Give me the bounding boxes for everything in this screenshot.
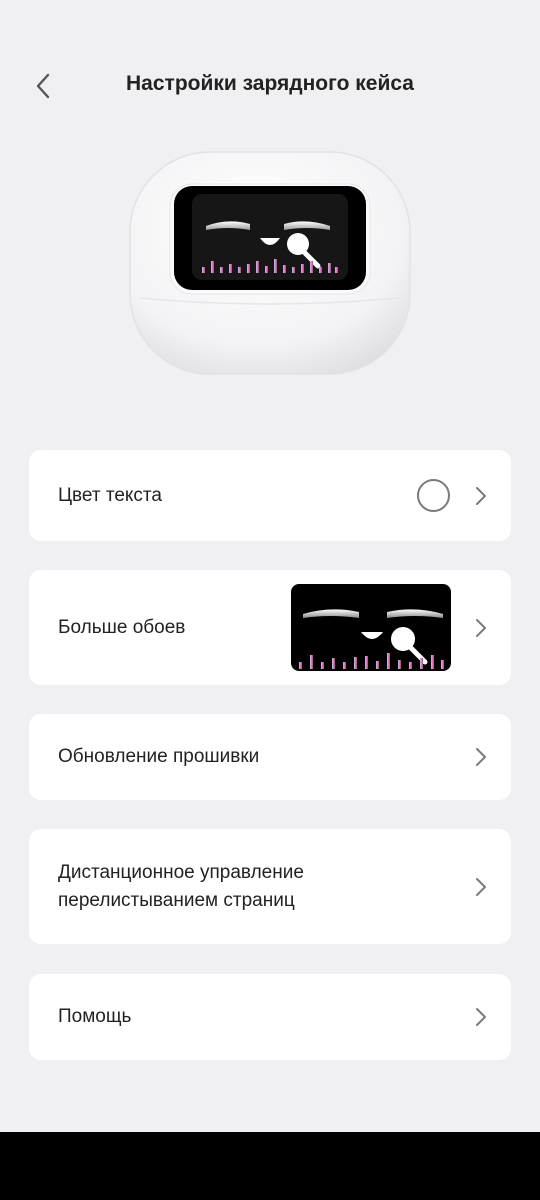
page-title: Настройки зарядного кейса <box>126 72 414 95</box>
chevron-right-icon <box>476 618 486 637</box>
help-setting[interactable]: Помощь <box>29 974 511 1060</box>
chevron-right-icon <box>476 1008 486 1026</box>
text-color-setting[interactable]: Цвет текста <box>29 450 511 541</box>
text-color-label: Цвет текста <box>58 484 162 506</box>
header: Настройки зарядного кейса <box>0 60 540 112</box>
wallpapers-setting[interactable]: Больше обоев <box>29 570 511 685</box>
charging-case-image <box>126 148 414 380</box>
chevron-right-icon <box>476 748 486 766</box>
firmware-update-label: Обновление прошивки <box>58 746 260 767</box>
firmware-update-setting[interactable]: Обновление прошивки <box>29 714 511 800</box>
system-navigation-bar <box>0 1132 540 1200</box>
remote-page-turn-label: Дистанционное управление перелистыванием… <box>58 861 304 911</box>
text-color-swatch[interactable] <box>417 479 450 512</box>
help-label: Помощь <box>58 1006 132 1027</box>
chevron-right-icon <box>476 486 486 505</box>
remote-page-turn-setting[interactable]: Дистанционное управление перелистыванием… <box>29 829 511 944</box>
wallpapers-label: Больше обоев <box>58 616 186 638</box>
wallpaper-preview[interactable] <box>291 584 451 671</box>
chevron-right-icon <box>476 877 486 896</box>
